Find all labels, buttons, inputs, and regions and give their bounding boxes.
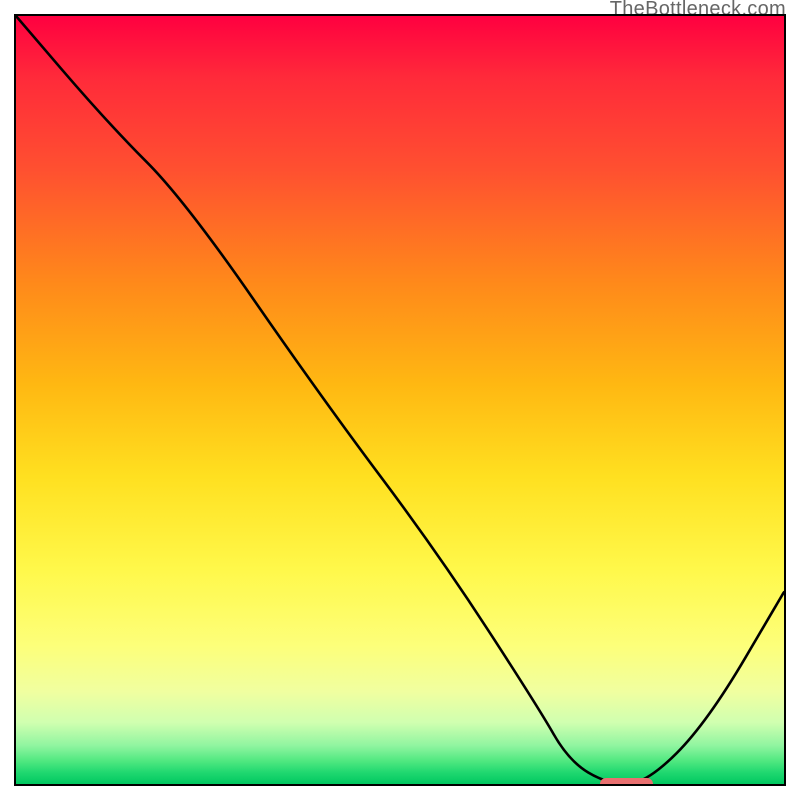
bottleneck-chart: TheBottleneck.com bbox=[0, 0, 800, 800]
bottleneck-curve-path bbox=[16, 16, 784, 784]
curve-svg bbox=[16, 16, 784, 784]
optimal-range-marker bbox=[600, 778, 654, 786]
plot-area bbox=[14, 14, 786, 786]
